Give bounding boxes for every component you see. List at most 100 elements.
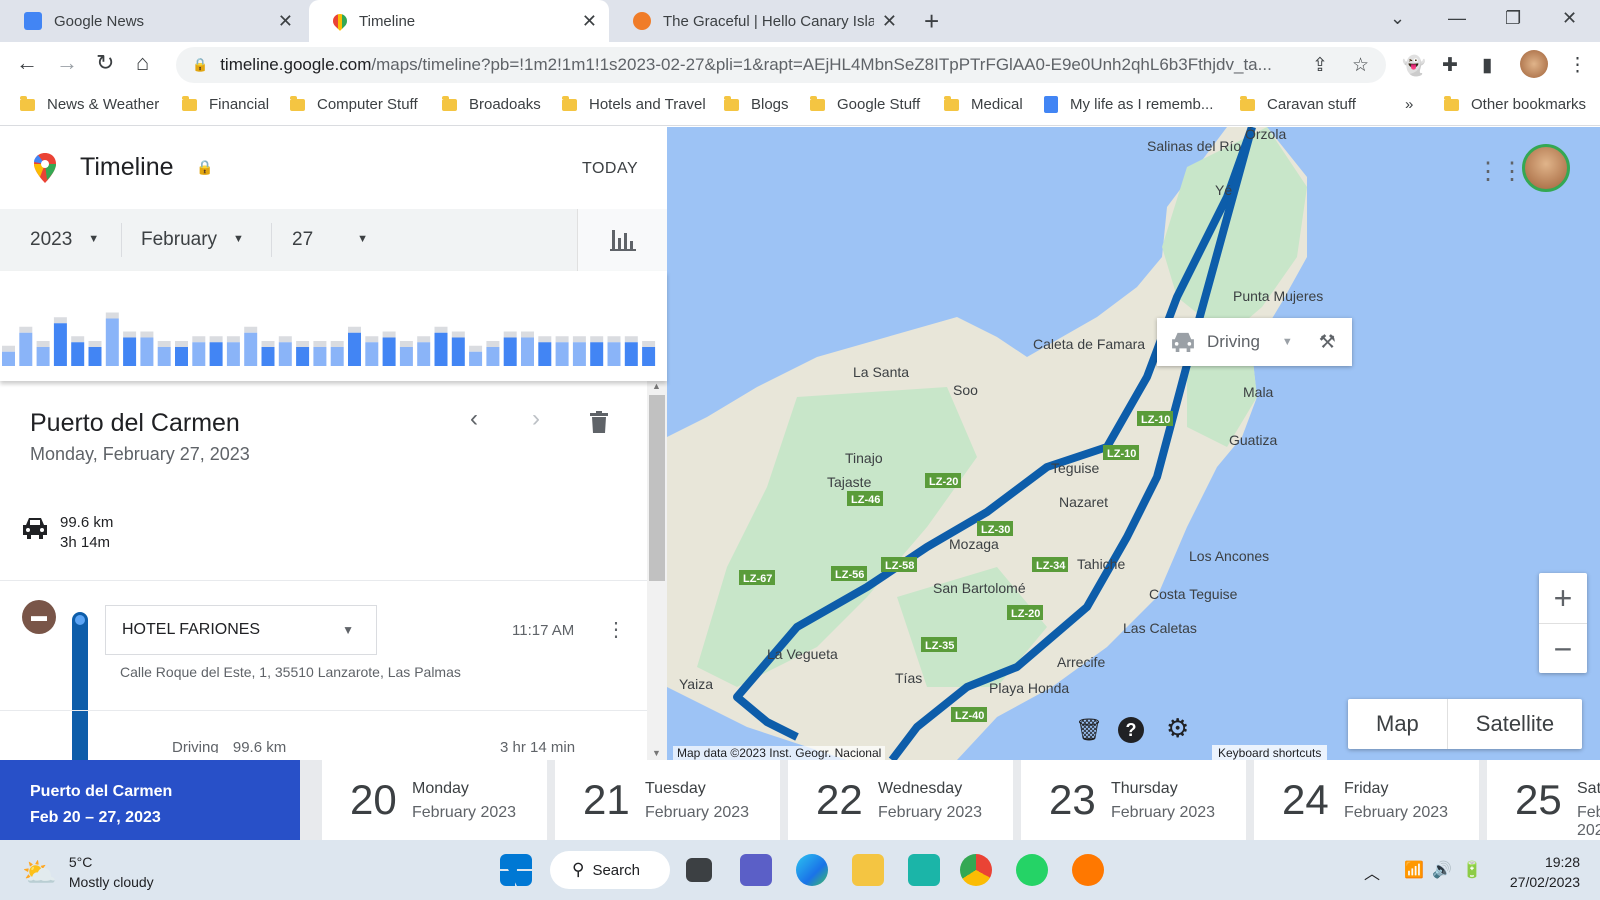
day-card[interactable]: 20 Monday February 2023 (322, 760, 547, 840)
year-select[interactable]: 2023 ▼ (30, 229, 99, 251)
today-button[interactable]: TODAY (582, 160, 638, 178)
task-view-icon[interactable] (686, 858, 712, 882)
day-card[interactable]: 25 Saturday February 2023 (1487, 760, 1600, 840)
history-bar[interactable] (53, 323, 67, 366)
tab-search-chevron-icon[interactable]: ⌄ (1390, 8, 1405, 29)
avast-icon[interactable] (1072, 854, 1104, 886)
restore-icon[interactable]: ❐ (1505, 8, 1521, 29)
bookmark-folder[interactable]: Financial (182, 95, 269, 113)
tab-timeline[interactable]: Timeline ✕ (309, 0, 609, 42)
teams-chat-icon[interactable] (740, 854, 772, 886)
close-tab-icon[interactable]: ✕ (582, 11, 597, 32)
history-bar[interactable] (192, 342, 206, 366)
bookmark-folder[interactable]: Broadoaks (442, 95, 541, 113)
bookmark-doc[interactable]: My life as I rememb... (1044, 96, 1213, 113)
history-bar[interactable] (105, 318, 119, 367)
history-bar[interactable] (451, 337, 465, 367)
settings-gear-icon[interactable]: ⚙ (1166, 713, 1189, 744)
history-bar[interactable] (434, 332, 448, 366)
history-bar[interactable] (175, 347, 188, 366)
place-selector[interactable]: HOTEL FARIONES ▼ (105, 605, 377, 655)
chrome-icon[interactable] (960, 854, 992, 886)
history-bar[interactable] (572, 342, 586, 366)
menu-kebab-icon[interactable]: ⋮ (1568, 54, 1587, 77)
surfshark-icon[interactable] (908, 854, 940, 886)
history-chart-button[interactable] (577, 209, 667, 271)
close-tab-icon[interactable]: ✕ (882, 11, 897, 32)
zoom-in-icon[interactable]: + (1539, 573, 1587, 623)
history-bar[interactable] (486, 347, 500, 366)
volume-icon[interactable]: 🔊 (1432, 860, 1452, 880)
bookmark-folder[interactable]: Medical (944, 95, 1023, 113)
week-summary-card[interactable]: Puerto del Carmen Feb 20 – 27, 2023 (0, 760, 300, 840)
history-bar[interactable] (503, 337, 517, 367)
zoom-out-icon[interactable]: − (1539, 623, 1587, 673)
history-bar[interactable] (71, 342, 85, 366)
trash-icon[interactable] (590, 411, 608, 433)
lock-icon[interactable]: 🔒 (192, 57, 208, 73)
tray-overflow-chevron-icon[interactable]: ︿ (1364, 860, 1380, 884)
close-tab-icon[interactable]: ✕ (278, 11, 293, 32)
whatsapp-icon[interactable] (1016, 854, 1048, 886)
history-bar[interactable] (313, 347, 327, 366)
ghost-extension-icon[interactable]: 👻 (1402, 54, 1426, 78)
history-bar[interactable] (521, 337, 534, 367)
history-bars[interactable] (0, 271, 667, 381)
history-bar[interactable] (123, 337, 137, 367)
island-map[interactable]: Salinas del Río Órzola Yé Punta Mujeres … (667, 127, 1600, 760)
bookmark-folder[interactable]: News & Weather (20, 95, 159, 113)
history-bar[interactable] (382, 337, 396, 367)
dropdown-caret-icon[interactable]: ▼ (1282, 336, 1293, 348)
scroll-down-icon[interactable]: ▼ (652, 748, 661, 758)
share-icon[interactable]: ⇪ (1312, 54, 1328, 77)
address-bar[interactable]: 🔒 timeline.google.com/maps/timeline?pb=!… (176, 47, 1386, 83)
day-card[interactable]: 24 Friday February 2023 (1254, 760, 1479, 840)
history-bar[interactable] (278, 342, 292, 366)
reload-icon[interactable]: ↻ (96, 50, 114, 76)
other-bookmarks[interactable]: Other bookmarks (1444, 95, 1586, 113)
previous-day-icon[interactable]: ‹ (470, 405, 478, 433)
history-bar[interactable] (244, 332, 258, 366)
history-bar[interactable] (399, 347, 413, 366)
history-bar[interactable] (330, 347, 344, 366)
keyboard-shortcuts-link[interactable]: Keyboard shortcuts (1212, 745, 1328, 761)
scrollbar[interactable]: ▲ ▼ (647, 381, 667, 760)
history-bar[interactable] (642, 347, 656, 366)
history-bar[interactable] (607, 342, 621, 366)
next-day-icon[interactable]: › (532, 405, 540, 433)
map-view-button[interactable]: Map (1348, 699, 1447, 749)
history-bar[interactable] (2, 351, 15, 366)
wifi-icon[interactable]: 📶 (1404, 860, 1424, 880)
history-bar[interactable] (296, 347, 310, 366)
bookmark-folder[interactable]: Hotels and Travel (562, 95, 706, 113)
history-bar[interactable] (157, 347, 171, 366)
forward-icon[interactable]: → (56, 50, 78, 76)
history-bar[interactable] (624, 342, 638, 366)
trash-icon[interactable]: 🗑 (1075, 717, 1103, 743)
bookmark-folder[interactable]: Caravan stuff (1240, 95, 1356, 113)
bookmark-folder[interactable]: Blogs (724, 95, 789, 113)
back-icon[interactable]: ← (16, 50, 38, 76)
stop-menu-icon[interactable]: ⋮ (606, 617, 626, 642)
home-icon[interactable]: ⌂ (136, 50, 149, 76)
history-bar[interactable] (36, 347, 50, 366)
system-clock[interactable]: 19:28 27/02/2023 (1490, 852, 1580, 892)
taskbar-search[interactable]: ⚲ Search (550, 851, 670, 889)
month-select[interactable]: February ▼ (141, 229, 244, 251)
next-segment-row[interactable]: Driving 99.6 km 3 hr 14 min (120, 739, 640, 753)
history-bar[interactable] (469, 351, 483, 366)
history-bar[interactable] (140, 337, 154, 367)
scroll-up-icon[interactable]: ▲ (652, 381, 661, 391)
extensions-puzzle-icon[interactable]: ✚ (1442, 54, 1458, 77)
history-bar[interactable] (19, 332, 33, 366)
history-bar[interactable] (555, 342, 569, 366)
windows-start-icon[interactable] (500, 854, 532, 886)
history-bar[interactable] (538, 342, 552, 366)
history-bar[interactable] (261, 347, 275, 366)
satellite-view-button[interactable]: Satellite (1446, 699, 1582, 749)
weather-widget[interactable]: ⛅ 5°C Mostly cloudy (22, 852, 154, 892)
history-bar[interactable] (365, 342, 379, 366)
tab-graceful[interactable]: The Graceful | Hello Canary Islanc ✕ (609, 0, 909, 42)
edit-route-wand-icon[interactable]: ⚒ (1319, 331, 1336, 354)
bookmark-folder[interactable]: Computer Stuff (290, 95, 418, 113)
